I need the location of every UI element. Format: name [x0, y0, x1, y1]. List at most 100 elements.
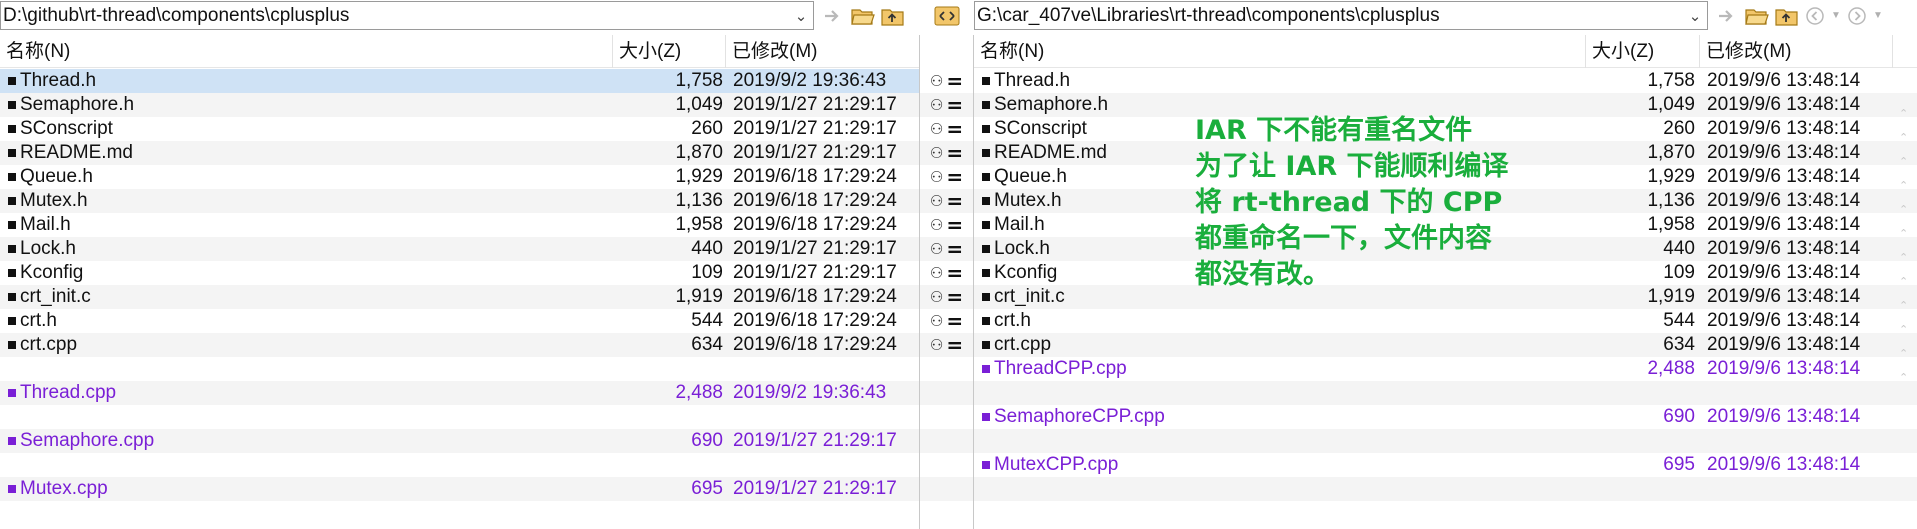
table-row[interactable]: crt.h 544 2019/9/6 13:48:14 — [974, 309, 1917, 333]
empty-row — [974, 381, 1917, 405]
compare-icon[interactable]: ⚇ — [930, 96, 943, 114]
table-row[interactable]: Mutex.h 1,136 2019/6/18 17:29:24 — [0, 189, 919, 213]
compare-icon[interactable]: ⚇ — [930, 288, 943, 306]
file-icon — [982, 269, 990, 277]
back-icon[interactable] — [1802, 1, 1828, 30]
compare-icon[interactable]: ⚇ — [930, 120, 943, 138]
table-row[interactable]: Mutex.cpp 695 2019/1/27 21:29:17 — [0, 477, 919, 501]
forward-icon[interactable] — [1844, 1, 1870, 30]
compare-row[interactable]: ⚇ = — [920, 189, 973, 213]
file-icon — [8, 125, 16, 133]
file-size: 109 — [691, 262, 723, 283]
column-name[interactable]: 名称(N) — [0, 35, 613, 68]
compare-row[interactable]: ⚇ = — [920, 309, 973, 333]
table-row[interactable]: ThreadCPP.cpp 2,488 2019/9/6 13:48:14 — [974, 357, 1917, 381]
file-size: 695 — [691, 478, 723, 499]
table-row[interactable]: SConscript 260 2019/1/27 21:29:17 — [0, 117, 919, 141]
chevron-down-icon[interactable]: ⌄ — [789, 2, 813, 29]
left-path-bar: D:\github\rt-thread\components\cplusplus… — [0, 0, 919, 31]
compare-row[interactable]: ⚇ = — [920, 285, 973, 309]
column-modified[interactable]: 已修改(M) — [1700, 35, 1893, 68]
equal-icon: = — [946, 141, 964, 165]
compare-row[interactable]: ⚇ = — [920, 117, 973, 141]
open-folder-icon[interactable] — [848, 1, 878, 30]
compare-row[interactable]: ⚇ = — [920, 333, 973, 357]
table-row[interactable]: MutexCPP.cpp 695 2019/9/6 13:48:14 — [974, 453, 1917, 477]
equal-icon: = — [946, 261, 964, 285]
table-row[interactable]: Semaphore.cpp 690 2019/1/27 21:29:17 — [0, 429, 919, 453]
file-icon — [8, 269, 16, 277]
open-folder-icon[interactable] — [1742, 1, 1772, 30]
table-row[interactable]: Mail.h 1,958 2019/6/18 17:29:24 — [0, 213, 919, 237]
compare-icon[interactable]: ⚇ — [930, 192, 943, 210]
table-row[interactable]: SemaphoreCPP.cpp 690 2019/9/6 13:48:14 — [974, 405, 1917, 429]
history-dropdown-icon[interactable]: ▼ — [1870, 1, 1886, 30]
table-row[interactable]: crt_init.c 1,919 2019/6/18 17:29:24 — [0, 285, 919, 309]
file-icon — [982, 101, 990, 109]
compare-row[interactable]: ⚇ = — [920, 141, 973, 165]
file-icon — [982, 221, 990, 229]
table-row[interactable]: crt.cpp 634 2019/6/18 17:29:24 — [0, 333, 919, 357]
file-size: 690 — [691, 430, 723, 451]
vertical-scrollbar[interactable]: ⌃ ⌃ ⌃ ⌃ ⌃ ⌃ ⌃ ⌃ ⌃ ⌃ ⌃ ⌃ — [1893, 103, 1917, 529]
file-name-cell: Thread.h — [0, 69, 600, 93]
right-path-text: G:\car_407ve\Libraries\rt-thread\compone… — [977, 4, 1440, 26]
compare-row[interactable]: ⚇ = — [920, 237, 973, 261]
file-icon — [982, 461, 990, 469]
empty-row — [0, 453, 919, 477]
file-size: 1,049 — [1647, 94, 1695, 115]
file-modified: 2019/9/6 13:48:14 — [1707, 190, 1861, 211]
file-size: 440 — [1663, 238, 1695, 259]
file-modified: 2019/6/18 17:29:24 — [733, 214, 897, 235]
file-modified: 2019/9/6 13:48:14 — [1707, 118, 1861, 139]
file-name: Queue.h — [994, 166, 1067, 187]
compare-row[interactable]: ⚇ = — [920, 69, 973, 93]
compare-row[interactable]: ⚇ = — [920, 213, 973, 237]
equal-icon: = — [946, 213, 964, 237]
compare-icon[interactable]: ⚇ — [930, 240, 943, 258]
table-row[interactable]: Thread.cpp 2,488 2019/9/2 19:36:43 — [0, 381, 919, 405]
right-path-input[interactable]: G:\car_407ve\Libraries\rt-thread\compone… — [974, 1, 1708, 30]
left-path-input[interactable]: D:\github\rt-thread\components\cplusplus… — [0, 1, 814, 30]
table-row[interactable]: Queue.h 1,929 2019/6/18 17:29:24 — [0, 165, 919, 189]
copy-arrow-icon[interactable] — [1712, 1, 1742, 30]
compare-icon[interactable]: ⚇ — [930, 312, 943, 330]
parent-folder-icon[interactable] — [1772, 1, 1802, 30]
file-size: 1,958 — [1647, 214, 1695, 235]
column-modified[interactable]: 已修改(M) — [726, 35, 919, 68]
file-name: crt.cpp — [994, 334, 1052, 355]
file-name-cell: Queue.h — [0, 165, 600, 189]
compare-icon[interactable]: ⚇ — [930, 216, 943, 234]
table-row[interactable]: Thread.h 1,758 2019/9/2 19:36:43 — [0, 69, 919, 93]
compare-icon[interactable]: ⚇ — [930, 336, 943, 354]
column-size[interactable]: 大小(Z) — [1586, 35, 1700, 68]
table-row[interactable]: Semaphore.h 1,049 2019/1/27 21:29:17 — [0, 93, 919, 117]
table-row[interactable]: README.md 1,870 2019/1/27 21:29:17 — [0, 141, 919, 165]
parent-folder-icon[interactable] — [878, 1, 908, 30]
compare-icon[interactable]: ⚇ — [930, 264, 943, 282]
compare-row[interactable]: ⚇ = — [920, 93, 973, 117]
compare-row[interactable]: ⚇ = — [920, 261, 973, 285]
history-dropdown-icon[interactable]: ▼ — [1828, 1, 1844, 30]
file-name: Thread.h — [20, 70, 97, 91]
file-icon — [8, 77, 16, 85]
copy-arrow-icon[interactable] — [818, 1, 848, 30]
table-row[interactable]: Kconfig 109 2019/1/27 21:29:17 — [0, 261, 919, 285]
annotation-line: 为了让 IAR 下能顺利编译 — [1195, 151, 1509, 182]
file-name-cell: SemaphoreCPP.cpp — [974, 405, 1574, 429]
swap-sides-icon[interactable] — [932, 1, 962, 30]
file-modified: 2019/9/6 13:48:14 — [1707, 286, 1861, 307]
compare-icon[interactable]: ⚇ — [930, 72, 943, 90]
table-row[interactable]: Thread.h 1,758 2019/9/6 13:48:14 — [974, 69, 1917, 93]
table-row[interactable]: crt.cpp 634 2019/9/6 13:48:14 — [974, 333, 1917, 357]
compare-icon[interactable]: ⚇ — [930, 168, 943, 186]
compare-icon[interactable]: ⚇ — [930, 144, 943, 162]
column-size[interactable]: 大小(Z) — [613, 35, 726, 68]
table-row[interactable]: crt.h 544 2019/6/18 17:29:24 — [0, 309, 919, 333]
file-size: 2,488 — [675, 382, 723, 403]
column-name[interactable]: 名称(N) — [974, 35, 1586, 68]
table-row[interactable]: Lock.h 440 2019/1/27 21:29:17 — [0, 237, 919, 261]
compare-row[interactable]: ⚇ = — [920, 165, 973, 189]
file-icon — [8, 149, 16, 157]
chevron-down-icon[interactable]: ⌄ — [1683, 2, 1707, 29]
